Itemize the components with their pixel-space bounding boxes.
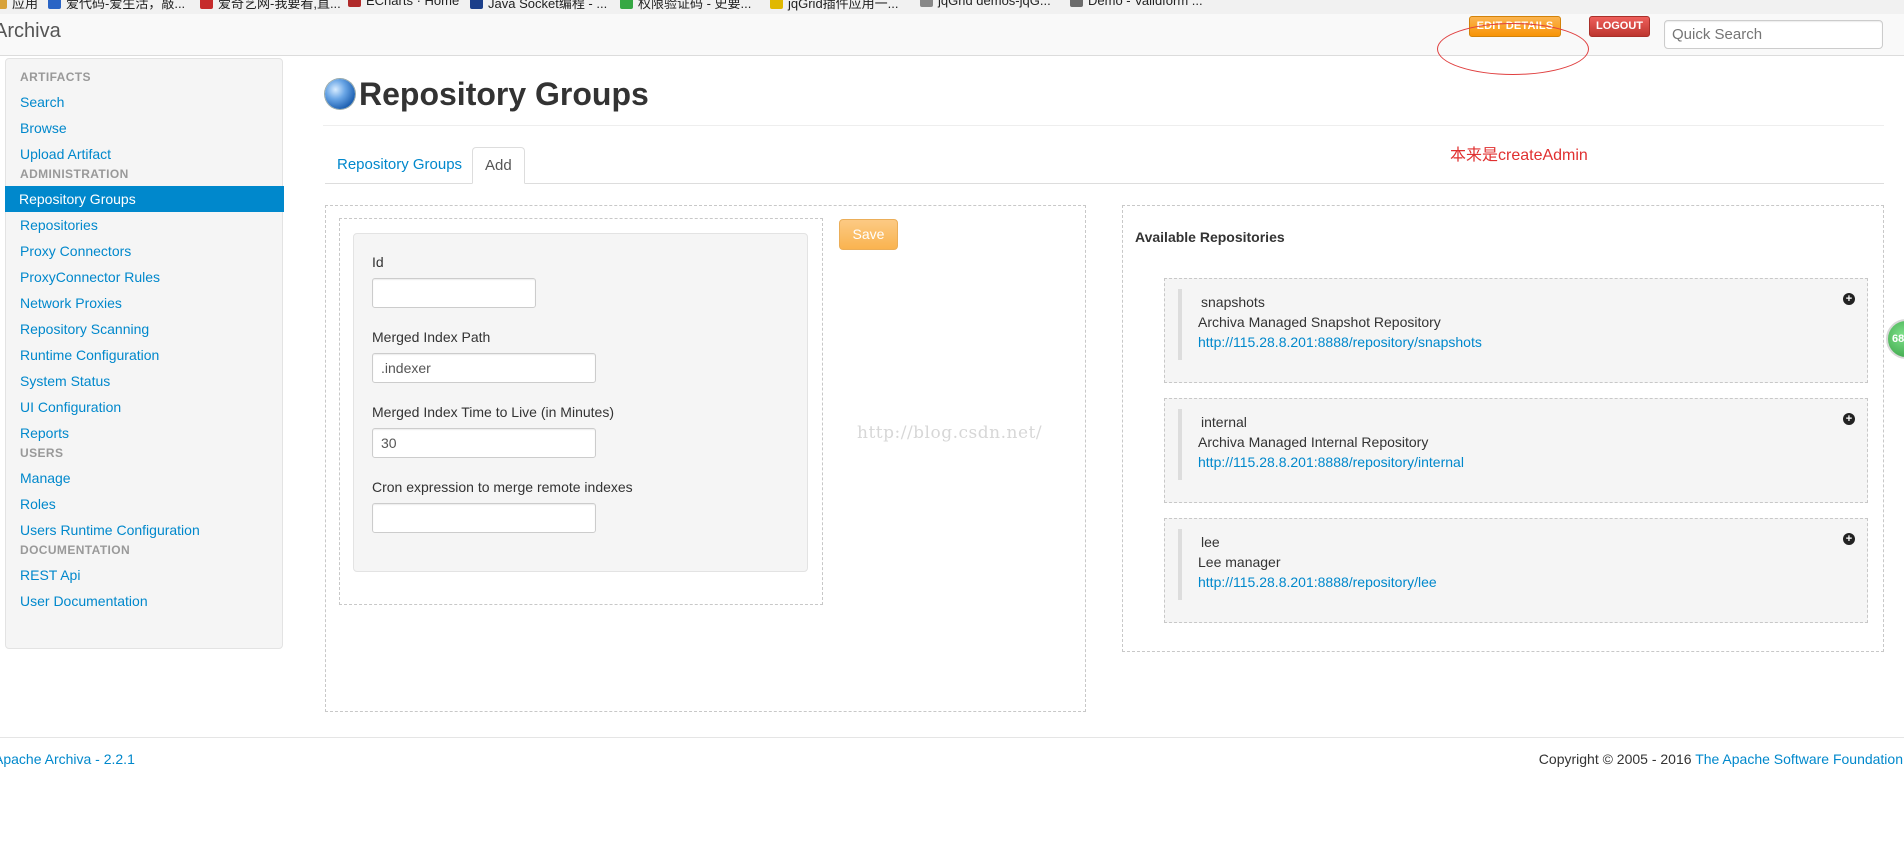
repo-url-link[interactable]: http://115.28.8.201:8888/repository/snap…: [1198, 334, 1482, 350]
tab-repository-groups[interactable]: Repository Groups: [325, 147, 474, 183]
sidebar-item-ui-configuration[interactable]: UI Configuration: [6, 394, 284, 420]
nav-header-administration: ADMINISTRATION: [20, 167, 129, 181]
sidebar-item-proxyconnector-rules[interactable]: ProxyConnector Rules: [6, 264, 284, 290]
repo-name: internal: [1201, 414, 1247, 430]
bookmark-favicon-icon: [620, 0, 633, 9]
sidebar-item-repository-scanning[interactable]: Repository Scanning: [6, 316, 284, 342]
add-circle-icon[interactable]: +: [1843, 533, 1855, 545]
merged-index-path-input[interactable]: [372, 353, 596, 383]
page-title: Repository Groups: [359, 75, 649, 112]
bookmark-label: jqGrid demos-jqG...: [938, 0, 1051, 8]
bookmark-item[interactable]: 爱奇艺网-我要看,直...: [200, 0, 341, 12]
bookmarks-bar: 应用 爱代码-爱生活，敲... 爱奇艺网-我要看,直... ECharts · Hom…: [0, 0, 1904, 15]
bookmark-favicon-icon: [200, 0, 213, 9]
tabs-baseline: [325, 183, 1884, 184]
repo-card-bar: [1178, 289, 1182, 360]
logout-button[interactable]: LOGOUT: [1589, 16, 1650, 37]
repo-url-link[interactable]: http://115.28.8.201:8888/repository/lee: [1198, 574, 1437, 590]
available-repositories-title: Available Repositories: [1135, 229, 1285, 245]
sidebar-item-proxy-connectors[interactable]: Proxy Connectors: [6, 238, 284, 264]
annotation-ellipse: [1437, 23, 1589, 75]
add-circle-icon[interactable]: +: [1843, 293, 1855, 305]
sidebar-item-upload-artifact[interactable]: Upload Artifact: [6, 141, 284, 167]
repo-card-bar: [1178, 529, 1182, 600]
bookmark-label: 权限验证码 - 史要...: [638, 0, 752, 11]
footer-divider: [0, 737, 1904, 738]
bookmark-item[interactable]: 爱代码-爱生活，敲...: [48, 0, 185, 12]
id-input[interactable]: [372, 278, 536, 308]
bookmark-item[interactable]: 权限验证码 - 史要...: [620, 0, 751, 12]
bookmark-favicon-icon: [770, 0, 783, 9]
bookmark-label: Java Socket编程 - ...: [488, 0, 608, 11]
quick-search-input[interactable]: [1664, 20, 1883, 49]
floating-badge[interactable]: 68: [1886, 319, 1904, 359]
bookmark-favicon-icon: [1070, 0, 1083, 7]
repo-card-internal: internal Archiva Managed Internal Reposi…: [1164, 398, 1868, 503]
repo-description: Lee manager: [1198, 554, 1281, 570]
sidebar-item-system-status[interactable]: System Status: [6, 368, 284, 394]
merged-index-ttl-input[interactable]: [372, 428, 596, 458]
page-header: Repository Groups: [325, 74, 649, 114]
bookmark-item[interactable]: jqGrid插件应用一...: [770, 0, 899, 12]
watermark: http://blog.csdn.net/: [857, 423, 1043, 443]
sidebar-item-manage[interactable]: Manage: [6, 465, 284, 491]
id-label: Id: [372, 254, 384, 270]
repo-card-lee: lee Lee manager http://115.28.8.201:8888…: [1164, 518, 1868, 623]
cron-expression-input[interactable]: [372, 503, 596, 533]
bookmark-favicon-icon: [348, 0, 361, 7]
copyright-text: Copyright © 2005 - 2016: [1538, 751, 1692, 767]
save-button[interactable]: Save: [839, 219, 898, 250]
repo-description: Archiva Managed Internal Repository: [1198, 434, 1429, 450]
apache-foundation-link[interactable]: The Apache Software Foundation: [1695, 751, 1903, 767]
annotation-text: 本来是createAdmin: [1450, 147, 1588, 164]
bookmark-item[interactable]: ECharts · Home: [348, 0, 459, 8]
tab-add[interactable]: Add: [472, 147, 525, 184]
nav-header-artifacts: ARTIFACTS: [20, 70, 91, 84]
bookmark-favicon-icon: [470, 0, 483, 9]
merged-index-ttl-label: Merged Index Time to Live (in Minutes): [372, 404, 614, 420]
cron-expression-label: Cron expression to merge remote indexes: [372, 479, 633, 495]
bookmark-label: Demo - Validform ...: [1088, 0, 1203, 8]
nav-header-documentation: DOCUMENTATION: [20, 543, 131, 557]
repo-url-link[interactable]: http://115.28.8.201:8888/repository/inte…: [1198, 454, 1464, 470]
repo-card-snapshots: snapshots Archiva Managed Snapshot Repos…: [1164, 278, 1868, 383]
brand-logo[interactable]: Archiva: [0, 20, 61, 43]
header-divider: [323, 125, 1884, 126]
globe-icon: [325, 79, 355, 109]
sidebar-item-roles[interactable]: Roles: [6, 491, 284, 517]
sidebar-item-browse[interactable]: Browse: [6, 115, 284, 141]
sidebar-item-repositories[interactable]: Repositories: [6, 212, 284, 238]
sidebar-item-network-proxies[interactable]: Network Proxies: [6, 290, 284, 316]
bookmark-item[interactable]: 应用: [0, 0, 38, 12]
bookmark-item[interactable]: jqGrid demos-jqG...: [920, 0, 1051, 8]
sidebar-item-search[interactable]: Search: [6, 89, 284, 115]
bookmark-item[interactable]: Java Socket编程 - ...: [470, 0, 607, 12]
repo-description: Archiva Managed Snapshot Repository: [1198, 314, 1441, 330]
footer-version-link[interactable]: Apache Archiva - 2.2.1: [0, 751, 135, 767]
sidebar-item-rest-api[interactable]: REST Api: [6, 562, 284, 588]
bookmark-favicon-icon: [48, 0, 61, 9]
bookmark-label: 爱奇艺网-我要看,直...: [218, 0, 341, 11]
bookmark-item[interactable]: Demo - Validform ...: [1070, 0, 1203, 8]
sidebar-item-user-documentation[interactable]: User Documentation: [6, 588, 284, 614]
bookmark-label: 应用: [12, 0, 39, 11]
sidebar: ARTIFACTS Search Browse Upload Artifact ADMI…: [5, 58, 284, 649]
sidebar-item-repository-groups[interactable]: Repository Groups: [5, 186, 284, 212]
add-circle-icon[interactable]: +: [1843, 413, 1855, 425]
repo-name: lee: [1201, 534, 1220, 550]
repo-name: snapshots: [1201, 294, 1265, 310]
repo-card-bar: [1178, 409, 1182, 480]
bookmark-label: ECharts · Home: [366, 0, 460, 8]
bookmark-favicon-icon: [0, 0, 7, 9]
footer-copyright: Copyright © 2005 - 2016 The Apache Softw…: [1539, 751, 1903, 767]
merged-index-path-label: Merged Index Path: [372, 329, 491, 345]
bookmark-label: jqGrid插件应用一...: [788, 0, 899, 11]
sidebar-item-reports[interactable]: Reports: [6, 420, 284, 446]
nav-header-users: USERS: [20, 446, 64, 460]
bookmark-label: 爱代码-爱生活，敲...: [66, 0, 186, 11]
sidebar-item-runtime-configuration[interactable]: Runtime Configuration: [6, 342, 284, 368]
bookmark-favicon-icon: [920, 0, 933, 7]
sidebar-item-users-runtime-configuration[interactable]: Users Runtime Configuration: [6, 517, 284, 543]
